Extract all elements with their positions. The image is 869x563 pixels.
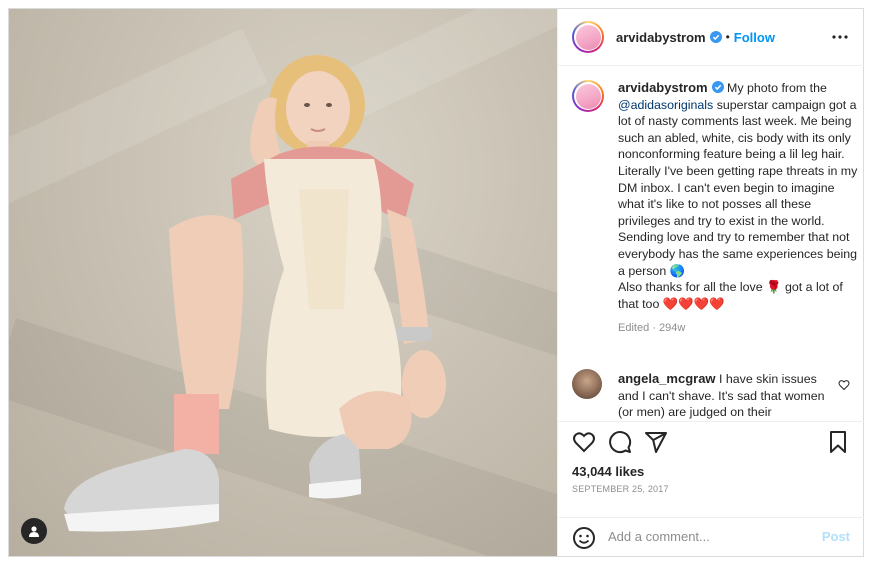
caption-body: superstar campaign got a lot of nasty co… [618,97,858,278]
post-dialog: arvidabystrom • Follow arvidabystrom My … [8,8,864,557]
globe-emoji: 🌎 [669,263,686,278]
hearts-emoji: ❤️❤️❤️❤️ [662,296,725,311]
rose-emoji: 🌹 [766,280,782,295]
more-options-icon[interactable] [832,29,848,45]
heart-icon[interactable] [838,379,850,391]
separator-dot: • [725,30,730,44]
share-icon[interactable] [644,430,668,454]
comment-icon[interactable] [608,430,632,454]
edited-timestamp: Edited · 294w [618,322,686,335]
header-username[interactable]: arvidabystrom [616,30,706,45]
avatar[interactable] [572,369,602,399]
post-actions: 43,044 likes September 25, 2017 [558,421,864,518]
caption-body: My photo from the [727,81,827,95]
avatar[interactable] [572,21,604,53]
likes-count[interactable]: 43,044 likes [572,464,644,479]
heart-icon[interactable] [572,430,596,454]
post-header: arvidabystrom • Follow [558,9,864,66]
mention-link[interactable]: @adidasoriginals [618,98,713,112]
bookmark-icon[interactable] [826,430,850,454]
comment-username[interactable]: angela_mcgraw [618,371,716,386]
verified-icon [711,81,724,93]
comment-text: angela_mcgraw I have skin issues and I c… [618,371,832,421]
verified-icon [709,31,722,43]
avatar[interactable] [572,80,604,112]
comments-area[interactable]: arvidabystrom My photo from the @adidaso… [558,66,864,421]
caption-body: Also thanks for all the love [618,280,767,295]
model-figure [64,55,446,532]
emoji-icon[interactable] [572,526,596,550]
post-side-panel: arvidabystrom • Follow arvidabystrom My … [557,9,864,556]
user-tag-icon[interactable] [21,518,47,544]
add-comment-bar: Add a comment... Post [558,517,864,557]
follow-button[interactable]: Follow [734,30,775,45]
caption-username[interactable]: arvidabystrom [618,80,708,95]
comment-input[interactable]: Add a comment... [608,529,808,544]
post-photo[interactable] [9,9,557,556]
caption-text: arvidabystrom My photo from the @adidaso… [618,80,858,337]
post-button[interactable]: Post [822,529,850,544]
post-date[interactable]: September 25, 2017 [572,484,669,494]
